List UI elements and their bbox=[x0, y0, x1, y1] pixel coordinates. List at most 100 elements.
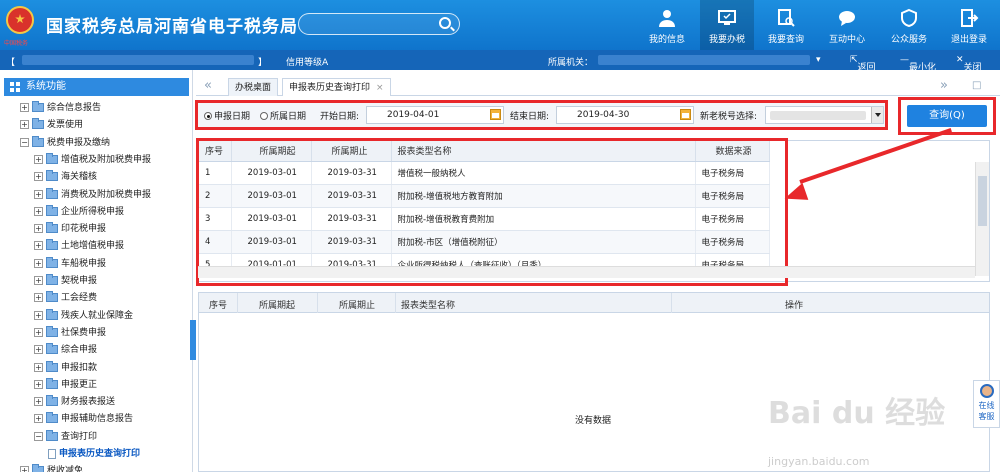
col-header[interactable]: 报表类型名称 bbox=[391, 141, 696, 162]
sidebar-item[interactable]: + 税收减免 bbox=[20, 463, 83, 472]
expand-icon[interactable]: + bbox=[34, 224, 43, 234]
back-link[interactable]: ⇱ 返回 bbox=[850, 55, 876, 73]
folder-icon bbox=[46, 152, 58, 164]
sidebar-item[interactable]: + 增值税及附加税费申报 bbox=[34, 152, 151, 169]
start-date-input[interactable]: 2019-04-01 bbox=[366, 106, 504, 124]
col-header[interactable]: 所属期止 bbox=[311, 141, 392, 162]
sidebar-item[interactable]: + 综合申报 bbox=[34, 342, 97, 359]
sidebar-item[interactable]: + 申报扣款 bbox=[34, 360, 97, 377]
expand-icon[interactable]: + bbox=[34, 258, 43, 268]
sidebar-item[interactable]: + 发票使用 bbox=[20, 117, 83, 134]
close-link[interactable]: ✕ 关闭 bbox=[956, 55, 982, 73]
expand-icon[interactable]: + bbox=[34, 379, 43, 389]
sidebar: 系统功能 + 综合信息报告 + 发票使用 − 税费申报及缴纳 + 增值税及附加税费申报 + 海关稽… bbox=[0, 70, 193, 472]
taxno-select[interactable] bbox=[765, 106, 884, 124]
sidebar-item[interactable]: − 查询打印 bbox=[34, 429, 97, 446]
search-icon[interactable] bbox=[439, 17, 451, 29]
expand-icon[interactable]: + bbox=[20, 103, 29, 112]
tabs-next-icon[interactable]: » bbox=[940, 78, 948, 93]
expand-icon[interactable]: + bbox=[20, 466, 29, 472]
chevron-down-icon[interactable]: ▾ bbox=[816, 55, 821, 65]
nav-label: 公众服务 bbox=[890, 35, 927, 45]
expand-icon[interactable]: + bbox=[34, 310, 43, 320]
expand-icon[interactable]: + bbox=[34, 327, 43, 337]
table-row[interactable]: 2 2019-03-01 2019-03-31 附加税-增值税地方教育附加 电子税务局 bbox=[199, 184, 770, 208]
col-header[interactable]: 所属期起 bbox=[259, 298, 295, 311]
sidebar-item[interactable]: − 税费申报及缴纳 bbox=[20, 135, 110, 152]
table-cell: 1 bbox=[199, 161, 232, 185]
end-date-input[interactable]: 2019-04-30 bbox=[556, 106, 694, 124]
close-icon[interactable]: × bbox=[376, 83, 384, 93]
expand-icon[interactable]: + bbox=[20, 120, 29, 130]
expand-icon[interactable]: + bbox=[34, 276, 43, 285]
nav-interaction[interactable]: 互动中心 bbox=[820, 0, 874, 50]
col-header[interactable]: 所属期起 bbox=[231, 141, 312, 162]
expand-icon[interactable]: + bbox=[34, 414, 43, 424]
sidebar-item-label: 综合申报 bbox=[61, 345, 98, 356]
sidebar-item[interactable]: + 申报更正 bbox=[34, 377, 97, 394]
table-row[interactable]: 4 2019-03-01 2019-03-31 附加税-市区（增值税附征） 电子税务局 bbox=[199, 230, 770, 254]
scroll-thumb[interactable] bbox=[978, 176, 987, 226]
sidebar-item[interactable]: + 印花税申报 bbox=[34, 221, 106, 238]
query-filter-bar: 申报日期 所属日期 开始日期: 2019-04-01 结束日期: 2019-04… bbox=[195, 100, 888, 130]
collapse-icon[interactable]: − bbox=[34, 431, 43, 441]
vertical-scrollbar[interactable] bbox=[975, 162, 989, 276]
restore-icon[interactable]: □ bbox=[972, 80, 981, 91]
col-header[interactable]: 报表类型名称 bbox=[401, 298, 455, 311]
sidebar-item[interactable]: + 工会经费 bbox=[34, 290, 97, 307]
logout-icon bbox=[961, 9, 979, 27]
sidebar-item[interactable]: 申报表历史查询打印 bbox=[48, 446, 140, 463]
col-header[interactable]: 序号 bbox=[209, 298, 227, 311]
col-header[interactable]: 操作 bbox=[785, 298, 803, 311]
table-row[interactable]: 1 2019-03-01 2019-03-31 增值税一般纳税人 电子税务局 bbox=[199, 161, 770, 185]
calendar-icon[interactable] bbox=[490, 109, 501, 120]
nav-my-info[interactable]: 我的信息 bbox=[640, 0, 694, 50]
sidebar-item[interactable]: + 财务报表报送 bbox=[34, 394, 115, 411]
online-service-button[interactable]: 在线 客服 bbox=[973, 380, 1000, 428]
sidebar-item[interactable]: + 契税申报 bbox=[34, 273, 97, 290]
expand-icon[interactable]: + bbox=[34, 189, 43, 199]
col-header[interactable]: 所属期止 bbox=[339, 298, 375, 311]
nav-do-tax[interactable]: 我要办税 bbox=[700, 0, 754, 50]
nav-query[interactable]: 我要查询 bbox=[759, 0, 813, 50]
expand-icon[interactable]: + bbox=[34, 345, 43, 355]
query-button[interactable]: 查询(Q) bbox=[907, 105, 987, 127]
table-cell: 2 bbox=[199, 184, 232, 208]
col-header[interactable]: 数据来源 bbox=[695, 141, 770, 162]
horizontal-scrollbar[interactable] bbox=[198, 266, 975, 278]
nav-public-service[interactable]: 公众服务 bbox=[882, 0, 936, 50]
expand-icon[interactable]: + bbox=[34, 293, 43, 303]
expand-icon[interactable]: + bbox=[34, 172, 43, 182]
sidebar-item[interactable]: + 申报辅助信息报告 bbox=[34, 411, 133, 428]
table-row[interactable]: 3 2019-03-01 2019-03-31 附加税-增值税教育费附加 电子税务局 bbox=[199, 207, 770, 231]
radio-period-date[interactable]: 所属日期 bbox=[260, 109, 306, 122]
minimize-link[interactable]: — 最小化 bbox=[900, 55, 936, 73]
sidebar-item[interactable]: + 社保费申报 bbox=[34, 325, 106, 342]
table-cell: 附加税-增值税教育费附加 bbox=[391, 207, 696, 231]
sidebar-item[interactable]: + 消费税及附加税费申报 bbox=[34, 187, 151, 204]
sidebar-item[interactable]: + 海关稽核 bbox=[34, 169, 97, 186]
tab-desktop[interactable]: 办税桌面 bbox=[228, 78, 279, 96]
calendar-icon[interactable] bbox=[680, 109, 691, 120]
expand-icon[interactable]: + bbox=[34, 241, 43, 251]
expand-icon[interactable]: + bbox=[34, 154, 43, 164]
header-search-input[interactable] bbox=[298, 13, 460, 35]
tab-history-print[interactable]: 申报表历史查询打印 × bbox=[282, 78, 391, 96]
collapse-icon[interactable]: − bbox=[20, 137, 29, 147]
radio-declare-date[interactable]: 申报日期 bbox=[204, 109, 250, 122]
tabs-prev-icon[interactable]: « bbox=[204, 78, 212, 93]
sidebar-item[interactable]: + 综合信息报告 bbox=[20, 100, 101, 117]
col-header[interactable]: 序号 bbox=[199, 141, 232, 162]
chevron-down-icon[interactable] bbox=[871, 107, 883, 123]
expand-icon[interactable]: + bbox=[34, 362, 43, 372]
sidebar-item[interactable]: + 残疾人就业保障金 bbox=[34, 308, 133, 325]
sidebar-item[interactable]: + 车船税申报 bbox=[34, 256, 106, 273]
nav-logout[interactable]: 退出登录 bbox=[942, 0, 996, 50]
expand-icon[interactable]: + bbox=[34, 206, 43, 216]
sidebar-item-label: 契税申报 bbox=[61, 276, 98, 286]
expand-icon[interactable]: + bbox=[34, 397, 43, 407]
sidebar-collapse-handle[interactable] bbox=[190, 320, 196, 360]
sidebar-item[interactable]: + 土地增值税申报 bbox=[34, 238, 124, 255]
sidebar-item[interactable]: + 企业所得税申报 bbox=[34, 204, 124, 221]
redacted-authority bbox=[598, 55, 810, 65]
